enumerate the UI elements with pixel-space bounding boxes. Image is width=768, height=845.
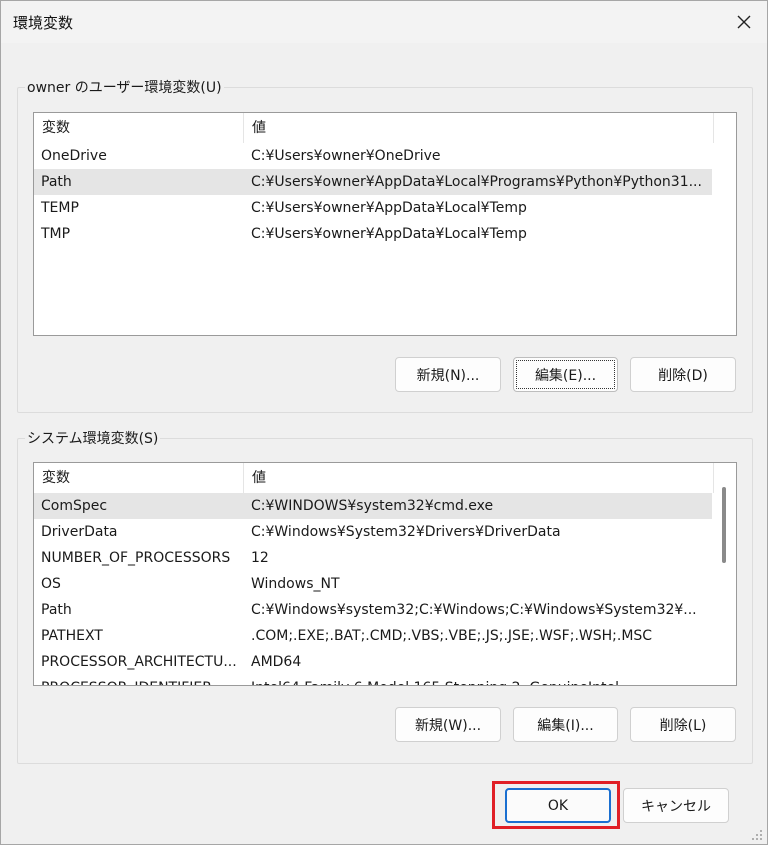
column-header-value[interactable]: 値: [244, 113, 714, 143]
table-row[interactable]: PATHEXT .COM;.EXE;.BAT;.CMD;.VBS;.VBE;.J…: [34, 623, 736, 649]
system-list-header: 変数 値: [34, 463, 736, 493]
title-bar[interactable]: 環境変数: [1, 1, 767, 43]
window-title: 環境変数: [13, 14, 74, 32]
system-variables-list[interactable]: 変数 値 ComSpec C:¥WINDOWS¥system32¥cmd.exe…: [33, 462, 737, 686]
table-row-selected[interactable]: Path C:¥Users¥owner¥AppData¥Local¥Progra…: [34, 169, 712, 195]
variable-name: TMP: [41, 226, 71, 242]
user-new-button[interactable]: 新規(N)...: [395, 357, 501, 392]
table-row[interactable]: TMP C:¥Users¥owner¥AppData¥Local¥Temp: [34, 221, 736, 247]
user-edit-button[interactable]: 編集(E)...: [513, 357, 618, 392]
cancel-button[interactable]: キャンセル: [623, 788, 729, 823]
table-row-selected[interactable]: ComSpec C:¥WINDOWS¥system32¥cmd.exe: [34, 493, 712, 519]
table-row[interactable]: OS Windows_NT: [34, 571, 736, 597]
variable-value: C:¥Users¥owner¥AppData¥Local¥Temp: [251, 200, 527, 216]
system-edit-button[interactable]: 編集(I)...: [513, 707, 618, 742]
variable-value: C:¥Users¥owner¥OneDrive: [251, 148, 441, 164]
scrollbar-thumb[interactable]: [722, 487, 726, 563]
system-delete-button[interactable]: 削除(L): [630, 707, 736, 742]
table-row[interactable]: TEMP C:¥Users¥owner¥AppData¥Local¥Temp: [34, 195, 736, 221]
user-variables-label: owner のユーザー環境変数(U): [25, 77, 224, 97]
variable-name: PROCESSOR_IDENTIFIER: [34, 675, 244, 685]
variable-value: Intel64 Family 6 Model 165 Stepping 2, G…: [244, 675, 712, 685]
table-row[interactable]: PROCESSOR_IDENTIFIER Intel64 Family 6 Mo…: [34, 675, 736, 685]
table-row[interactable]: DriverData C:¥Windows¥System32¥Drivers¥D…: [34, 519, 736, 545]
variable-name: PATHEXT: [41, 628, 103, 644]
column-header-variable[interactable]: 変数: [34, 113, 244, 143]
environment-variables-dialog: 環境変数 owner のユーザー環境変数(U) 変数 値 OneDrive C:…: [0, 0, 768, 845]
table-row[interactable]: Path C:¥Windows¥system32;C:¥Windows;C:¥W…: [34, 597, 736, 623]
variable-value: C:¥Users¥owner¥AppData¥Local¥Programs¥Py…: [251, 174, 702, 190]
user-list-header: 変数 値: [34, 113, 736, 143]
variable-name: DriverData: [41, 524, 118, 540]
ok-button[interactable]: OK: [505, 788, 611, 823]
column-header-variable[interactable]: 変数: [34, 463, 244, 493]
system-new-button[interactable]: 新規(W)...: [395, 707, 501, 742]
resize-grip-icon[interactable]: [749, 827, 763, 841]
variable-name: TEMP: [41, 200, 79, 216]
variable-name: Path: [41, 174, 72, 190]
variable-value: AMD64: [251, 654, 302, 670]
table-row[interactable]: OneDrive C:¥Users¥owner¥OneDrive: [34, 143, 736, 169]
user-delete-button[interactable]: 削除(D): [630, 357, 736, 392]
variable-name: OS: [41, 576, 61, 592]
variable-value: C:¥WINDOWS¥system32¥cmd.exe: [251, 498, 494, 514]
close-icon: [737, 15, 751, 29]
variable-value: .COM;.EXE;.BAT;.CMD;.VBS;.VBE;.JS;.JSE;.…: [251, 628, 653, 644]
variable-name: ComSpec: [41, 498, 108, 514]
variable-name: Path: [41, 602, 72, 618]
variable-name: OneDrive: [41, 148, 107, 164]
variable-value: C:¥Windows¥system32;C:¥Windows;C:¥Window…: [251, 602, 697, 618]
variable-value: Windows_NT: [251, 576, 340, 592]
variable-name: PROCESSOR_ARCHITECTU...: [41, 654, 237, 670]
close-button[interactable]: [723, 5, 765, 39]
system-variables-label: システム環境変数(S): [25, 428, 161, 448]
column-header-value[interactable]: 値: [244, 463, 714, 493]
table-row[interactable]: PROCESSOR_ARCHITECTU... AMD64: [34, 649, 736, 675]
variable-value: 12: [251, 550, 269, 566]
variable-value: C:¥Windows¥System32¥Drivers¥DriverData: [251, 524, 561, 540]
table-row[interactable]: NUMBER_OF_PROCESSORS 12: [34, 545, 736, 571]
user-variables-list[interactable]: 変数 値 OneDrive C:¥Users¥owner¥OneDrive Pa…: [33, 112, 737, 336]
variable-value: C:¥Users¥owner¥AppData¥Local¥Temp: [251, 226, 527, 242]
variable-name: NUMBER_OF_PROCESSORS: [41, 550, 231, 566]
